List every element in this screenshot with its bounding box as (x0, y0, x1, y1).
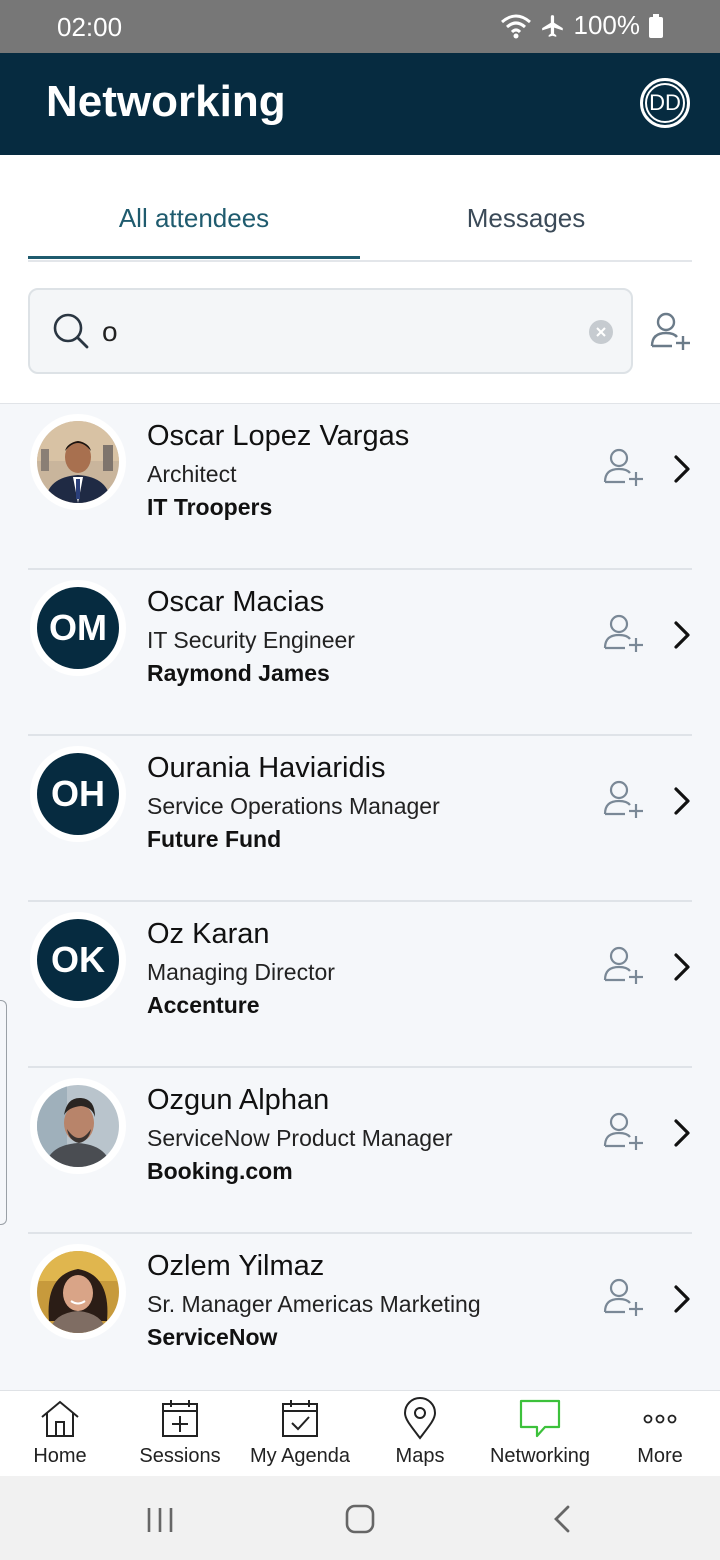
search-icon (53, 313, 89, 349)
recent-apps-icon[interactable] (146, 1506, 174, 1534)
battery-icon (649, 13, 663, 38)
avatar-initials: DD (645, 83, 685, 123)
chevron-right-icon[interactable] (672, 952, 692, 982)
home-button-icon[interactable] (345, 1504, 375, 1534)
avatar (30, 414, 126, 510)
attendee-company: Raymond James (147, 660, 330, 686)
attendee-company: ServiceNow (147, 1324, 278, 1350)
nav-label: Sessions (139, 1445, 221, 1467)
attendee-photo (37, 1251, 119, 1333)
avatar-initials: OH (37, 753, 119, 835)
bottom-nav: Home Sessions My Agenda Maps Networking … (0, 1390, 720, 1477)
home-icon (41, 1400, 79, 1437)
attendee-title: Managing Director (147, 959, 335, 985)
page-title: Networking (46, 77, 286, 126)
tab-messages[interactable]: Messages (360, 203, 692, 234)
chevron-right-icon[interactable] (672, 786, 692, 816)
chevron-right-icon[interactable] (672, 454, 692, 484)
status-icons: 100% (500, 10, 665, 41)
avatar-initials: OK (37, 919, 119, 1001)
chat-bubble-icon (519, 1399, 561, 1438)
avatar: OM (30, 580, 126, 676)
attendee-title: IT Security Engineer (147, 627, 355, 653)
nav-networking[interactable]: Networking (480, 1391, 600, 1477)
status-bar: 02:00 100% (0, 0, 720, 53)
attendee-name: Oscar Macias (147, 586, 325, 618)
avatar (30, 1078, 126, 1174)
attendee-company: Booking.com (147, 1158, 293, 1184)
attendee-name: Ozlem Yilmaz (147, 1250, 325, 1282)
nav-my-agenda[interactable]: My Agenda (240, 1391, 360, 1477)
nav-label: Home (33, 1445, 87, 1467)
edge-panel-handle[interactable] (0, 1000, 7, 1225)
nav-label: My Agenda (249, 1445, 351, 1467)
search-input[interactable]: o (102, 316, 118, 348)
list-item[interactable]: Ozgun Alphan ServiceNow Product Manager … (0, 1068, 720, 1234)
calendar-plus-icon (162, 1400, 198, 1437)
avatar: OH (30, 746, 126, 842)
status-time: 02:00 (57, 12, 123, 42)
airplane-icon (541, 14, 563, 37)
add-contact-icon[interactable] (603, 1112, 645, 1152)
avatar: OK (30, 912, 126, 1008)
chevron-right-icon[interactable] (672, 1118, 692, 1148)
attendee-photo (37, 1085, 119, 1167)
attendee-name: Oscar Lopez Vargas (147, 420, 410, 452)
more-dots-icon (643, 1414, 677, 1424)
attendee-name: Ozgun Alphan (147, 1084, 330, 1116)
add-contact-icon[interactable] (603, 946, 645, 986)
wifi-icon (500, 14, 531, 38)
avatar (30, 1244, 126, 1340)
search-field[interactable]: o (28, 288, 633, 374)
attendee-company: Future Fund (147, 826, 282, 852)
list-item[interactable]: OM Oscar Macias IT Security Engineer Ray… (0, 570, 720, 736)
nav-label: Maps (395, 1445, 445, 1467)
map-pin-icon (403, 1397, 437, 1440)
profile-avatar-button[interactable]: DD (640, 78, 690, 128)
attendee-title: Service Operations Manager (147, 793, 440, 819)
attendee-company: IT Troopers (147, 494, 273, 520)
tab-bar: All attendees Messages (28, 155, 692, 262)
nav-label: More (637, 1445, 683, 1467)
attendee-title: Sr. Manager Americas Marketing (147, 1291, 481, 1317)
attendee-title: Architect (147, 461, 237, 487)
attendee-photo (37, 421, 119, 503)
chevron-right-icon[interactable] (672, 1284, 692, 1314)
close-icon (596, 327, 606, 337)
calendar-check-icon (282, 1400, 318, 1437)
add-contact-icon[interactable] (603, 780, 645, 820)
add-contact-icon[interactable] (603, 448, 645, 488)
tab-all-attendees[interactable]: All attendees (28, 203, 360, 234)
clear-search-button[interactable] (589, 320, 613, 344)
attendee-name: Oz Karan (147, 918, 270, 950)
attendee-title: ServiceNow Product Manager (147, 1125, 453, 1151)
add-contact-icon[interactable] (650, 312, 692, 352)
app-header: Networking DD (0, 53, 720, 155)
nav-sessions[interactable]: Sessions (120, 1391, 240, 1477)
nav-label: Networking (489, 1445, 591, 1467)
back-icon[interactable] (552, 1504, 572, 1534)
list-item[interactable]: OH Ourania Haviaridis Service Operations… (0, 736, 720, 902)
add-contact-icon[interactable] (603, 1278, 645, 1318)
attendee-company: Accenture (147, 992, 260, 1018)
battery-percent: 100% (573, 10, 641, 40)
list-item[interactable]: OK Oz Karan Managing Director Accenture (0, 902, 720, 1068)
nav-home[interactable]: Home (0, 1391, 120, 1477)
avatar-initials: OM (37, 587, 119, 669)
attendee-name: Ourania Haviaridis (147, 752, 386, 784)
system-nav-bar (0, 1476, 720, 1560)
nav-more[interactable]: More (600, 1391, 720, 1477)
attendee-list: Oscar Lopez Vargas Architect IT Troopers… (0, 403, 720, 1391)
add-contact-icon[interactable] (603, 614, 645, 654)
chevron-right-icon[interactable] (672, 620, 692, 650)
nav-maps[interactable]: Maps (360, 1391, 480, 1477)
active-tab-indicator (28, 256, 360, 259)
list-item[interactable]: Oscar Lopez Vargas Architect IT Troopers (0, 404, 720, 570)
list-item[interactable]: Ozlem Yilmaz Sr. Manager Americas Market… (0, 1234, 720, 1391)
